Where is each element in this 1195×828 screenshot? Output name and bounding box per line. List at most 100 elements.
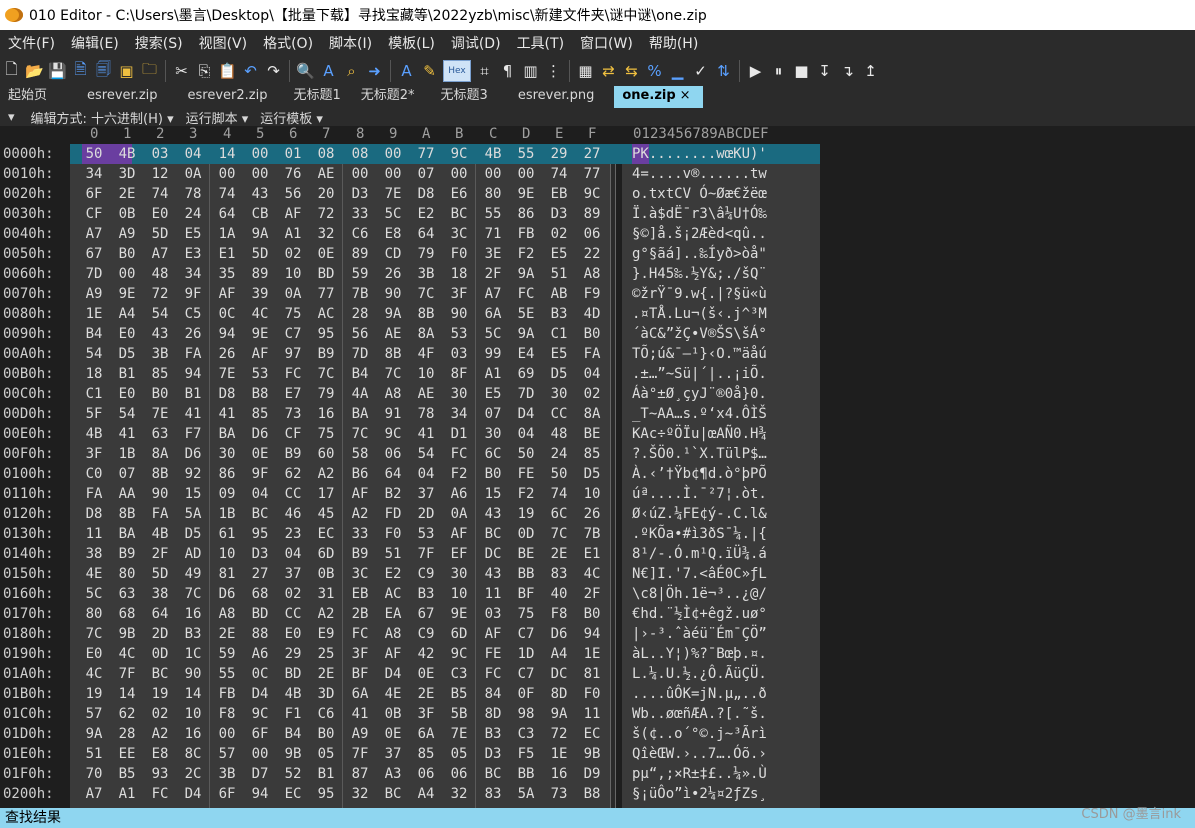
hex-byte[interactable]: 01	[281, 144, 305, 164]
hex-byte[interactable]: 48	[148, 264, 172, 284]
hex-byte[interactable]: 78	[414, 404, 438, 424]
hex-byte[interactable]: 02	[580, 384, 604, 404]
hex-byte[interactable]: AA	[115, 484, 139, 504]
hex-byte[interactable]: 85	[248, 404, 272, 424]
ascii-text[interactable]: €hd.¨½Ì¢+êgž.uø°	[632, 604, 820, 624]
hex-byte[interactable]: 1E	[547, 744, 571, 764]
hex-byte[interactable]: EB	[547, 184, 571, 204]
hex-byte[interactable]: D8	[215, 384, 239, 404]
hex-byte[interactable]: CC	[547, 404, 571, 424]
hex-byte[interactable]: 74	[547, 484, 571, 504]
hex-byte[interactable]: 04	[181, 144, 205, 164]
ascii-text[interactable]: .±…”~Sü|´|..¡iÕ.	[632, 364, 820, 384]
undo-icon[interactable]: ↶	[241, 62, 260, 81]
hex-byte[interactable]: 78	[181, 184, 205, 204]
hex-byte[interactable]: 90	[381, 284, 405, 304]
hex-byte[interactable]: BB	[514, 564, 538, 584]
hex-byte[interactable]: D6	[181, 444, 205, 464]
menu-window[interactable]: 窗口(W)	[572, 33, 641, 53]
hex-byte[interactable]: 14	[115, 684, 139, 704]
hex-byte[interactable]: 0E	[248, 444, 272, 464]
hex-byte[interactable]: C3	[514, 724, 538, 744]
hex-byte[interactable]: 5D	[148, 564, 172, 584]
hex-byte[interactable]: EB	[348, 584, 372, 604]
hex-byte[interactable]: 27	[580, 144, 604, 164]
hex-byte[interactable]: BD	[248, 604, 272, 624]
hex-byte[interactable]: 8D	[481, 704, 505, 724]
hex-byte[interactable]: 1C	[181, 644, 205, 664]
hex-byte[interactable]: 19	[82, 684, 106, 704]
hex-byte[interactable]: 85	[148, 364, 172, 384]
hex-byte[interactable]: E7	[281, 384, 305, 404]
hex-byte[interactable]: 80	[82, 604, 106, 624]
hex-byte[interactable]: 7F	[348, 744, 372, 764]
hex-byte[interactable]: 0E	[414, 664, 438, 684]
hex-byte[interactable]: 38	[148, 584, 172, 604]
tab-untitled1[interactable]: 无标题1	[285, 86, 352, 108]
hex-byte[interactable]: F0	[580, 684, 604, 704]
menu-template[interactable]: 模板(L)	[380, 33, 443, 53]
hex-byte[interactable]: 3D	[115, 164, 139, 184]
hex-row[interactable]: 6F 2E 74 78 74 43 56 20 D3 7E D8 E6 80 9E EB 9C o.txtCV …	[0, 184, 820, 204]
hex-byte[interactable]: AF	[481, 624, 505, 644]
hex-byte[interactable]: 14	[181, 684, 205, 704]
hex-byte[interactable]: 17	[314, 484, 338, 504]
ascii-text[interactable]: Ø‹úZ.¼FE¢ý-.C.l&	[632, 504, 820, 524]
hex-byte[interactable]: 46	[281, 504, 305, 524]
hex-byte[interactable]: 7F	[115, 664, 139, 684]
hex-byte[interactable]: 0F	[514, 684, 538, 704]
hex-byte[interactable]: D3	[248, 544, 272, 564]
hex-byte[interactable]: 8B	[414, 304, 438, 324]
hex-byte[interactable]: 04	[414, 464, 438, 484]
hex-byte[interactable]: CD	[381, 244, 405, 264]
hex-byte[interactable]: D8	[82, 504, 106, 524]
hex-byte[interactable]: D3	[547, 204, 571, 224]
ascii-text[interactable]: L.¼.U.½.¿Ô.ÃüÇÜ.	[632, 664, 820, 684]
hex-byte[interactable]: 77	[414, 144, 438, 164]
hex-byte[interactable]: 38	[82, 544, 106, 564]
hex-byte[interactable]: 30	[215, 444, 239, 464]
hex-byte[interactable]: 3F	[348, 644, 372, 664]
hex-byte[interactable]: 0E	[381, 724, 405, 744]
hex-byte[interactable]: E0	[82, 644, 106, 664]
hex-byte[interactable]: 55	[215, 664, 239, 684]
hex-byte[interactable]: 86	[514, 204, 538, 224]
hex-byte[interactable]: FD	[381, 504, 405, 524]
ascii-text[interactable]: g°§ãá]..‰Íyð>òå"	[632, 244, 820, 264]
hex-byte[interactable]: 41	[215, 404, 239, 424]
step-out-icon[interactable]: ↥	[861, 62, 880, 81]
hex-byte[interactable]: AF	[348, 484, 372, 504]
hex-byte[interactable]: 80	[481, 184, 505, 204]
hex-byte[interactable]: D6	[248, 424, 272, 444]
ascii-text[interactable]: }.H45‰.½Y&;./šQ¨	[632, 264, 820, 284]
hex-byte[interactable]: E2	[381, 564, 405, 584]
percent-icon[interactable]: %	[645, 62, 664, 81]
ascii-text[interactable]: \c8|Öh.1ë¬³..¿@/	[632, 584, 820, 604]
hex-byte[interactable]: BC	[481, 764, 505, 784]
hex-byte[interactable]: 2F	[580, 584, 604, 604]
hex-byte[interactable]: D5	[580, 464, 604, 484]
hex-byte[interactable]: 34	[82, 164, 106, 184]
hex-row[interactable]: 70 B5 93 2C 3B D7 52 B1 87 A3 06 06 BC BB 16 D9 pµ“,;×R±…	[0, 764, 820, 784]
hex-byte[interactable]: FC	[348, 624, 372, 644]
hex-byte[interactable]: 2E	[547, 544, 571, 564]
hex-byte[interactable]: 37	[381, 744, 405, 764]
run-icon[interactable]: ▶	[746, 62, 765, 81]
hex-byte[interactable]: 35	[215, 264, 239, 284]
hex-byte[interactable]: D5	[115, 344, 139, 364]
find-icon[interactable]: 🔍	[296, 62, 315, 81]
hex-byte[interactable]: 33	[348, 524, 372, 544]
goto-icon[interactable]: ➜	[365, 62, 384, 81]
hex-byte[interactable]: 77	[580, 164, 604, 184]
hex-byte[interactable]: FC	[148, 784, 172, 804]
hex-byte[interactable]: A4	[414, 784, 438, 804]
hex-byte[interactable]: 94	[580, 624, 604, 644]
hex-byte[interactable]: 25	[314, 644, 338, 664]
hex-byte[interactable]: 5E	[514, 304, 538, 324]
hex-byte[interactable]: 85	[580, 444, 604, 464]
hex-byte[interactable]: BA	[115, 524, 139, 544]
hex-byte[interactable]: 20	[314, 184, 338, 204]
hex-byte[interactable]: 10	[580, 484, 604, 504]
hex-byte[interactable]: BC	[248, 504, 272, 524]
hex-byte[interactable]: 3F	[414, 704, 438, 724]
